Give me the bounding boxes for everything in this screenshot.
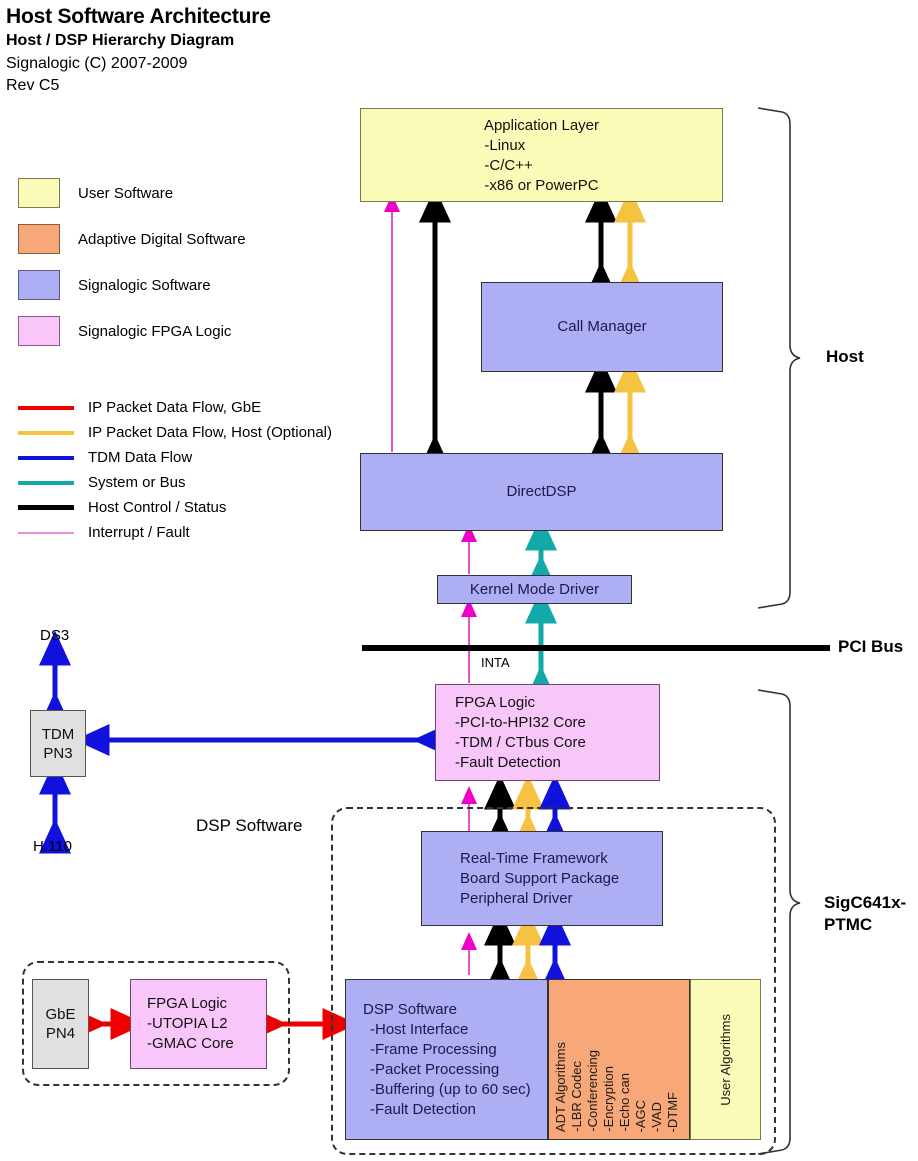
block-user-algorithms[interactable]: User Algorithms: [690, 979, 761, 1140]
label-h110: H.110: [33, 838, 72, 855]
dsp-sw-packet-proc: -Packet Processing: [370, 1060, 500, 1078]
swatch-signalogic-fpga-logic: [18, 316, 60, 346]
line-swatch-system-or-bus: [18, 480, 74, 485]
block-kernel-mode-driver[interactable]: Kernel Mode Driver: [437, 575, 632, 604]
block-fpga-logic-main[interactable]: FPGA Logic -PCI-to-HPI32 Core -TDM / CTb…: [435, 684, 660, 781]
legend-item-adaptive-digital: Adaptive Digital Software: [18, 224, 246, 254]
line-swatch-tdm-data-flow: [18, 455, 74, 460]
kernel-mode-driver-label: Kernel Mode Driver: [469, 580, 600, 598]
adt-col-dtmf: -DTMF: [665, 1091, 680, 1132]
adt-col-encryption: -Encryption: [601, 1066, 616, 1132]
legend-label-signalogic-fpga-logic: Signalogic FPGA Logic: [78, 322, 232, 340]
dsp-sw-frame-proc: -Frame Processing: [370, 1040, 497, 1058]
fpga-main-item-fault: -Fault Detection: [455, 753, 561, 771]
dsp-sw-title: DSP Software: [363, 1000, 457, 1018]
rtf-line-framework: Real-Time Framework: [460, 849, 608, 867]
copyright-line: Signalogic (C) 2007-2009: [6, 55, 188, 72]
adt-col-algorithms: ADT Algorithms: [553, 1041, 568, 1132]
application-layer-item-cpp: -C/C++: [484, 157, 533, 174]
revision-line: Rev C5: [6, 77, 60, 94]
label-sigc641x-ptmc-line1: SigC641x-: [824, 893, 907, 912]
directdsp-label: DirectDSP: [506, 483, 577, 500]
application-layer-title: Application Layer: [483, 117, 600, 134]
legend-item-ip-gbe: IP Packet Data Flow, GbE: [18, 395, 332, 420]
label-host: Host: [826, 347, 864, 366]
legend-item-system-bus: System or Bus: [18, 470, 332, 495]
line-swatch-ip-packet-gbe: [18, 405, 74, 410]
tdm-pn3-line1: TDM: [41, 725, 75, 743]
block-directdsp[interactable]: DirectDSP: [360, 453, 723, 531]
block-dsp-software[interactable]: DSP Software -Host Interface -Frame Proc…: [345, 979, 548, 1140]
dsp-sw-fault: -Fault Detection: [370, 1100, 476, 1118]
fpga-main-item-pci: -PCI-to-HPI32 Core: [455, 713, 586, 731]
label-sigc641x-ptmc-line2: PTMC: [824, 915, 873, 934]
block-application-layer[interactable]: Application Layer -Linux -C/C++ -x86 or …: [360, 108, 723, 202]
legend-item-host-control: Host Control / Status: [18, 495, 332, 520]
legend-label-ip-packet-gbe: IP Packet Data Flow, GbE: [88, 399, 262, 416]
label-pci-bus: PCI Bus: [838, 637, 904, 656]
gbe-pn4-line1: GbE: [45, 1006, 76, 1023]
block-call-manager[interactable]: Call Manager: [481, 282, 723, 372]
host-brace: [757, 107, 801, 609]
legend-label-signalogic-software: Signalogic Software: [78, 276, 211, 294]
block-tdm-pn3[interactable]: TDM PN3: [30, 710, 86, 777]
fpga-gbe-gmac: -GMAC Core: [147, 1035, 234, 1052]
legend-item-tdm: TDM Data Flow: [18, 445, 332, 470]
block-adt-algorithms[interactable]: ADT Algorithms -LBR Codec -Conferencing …: [548, 979, 690, 1140]
dsp-sw-buffering: -Buffering (up to 60 sec): [370, 1080, 531, 1098]
application-layer-item-arch: -x86 or PowerPC: [484, 177, 599, 194]
legend-item-user-software: User Software: [18, 178, 246, 208]
tdm-pn3-line2: PN3: [43, 744, 73, 762]
legend-label-system-or-bus: System or Bus: [88, 474, 186, 491]
swatch-adaptive-digital-software: [18, 224, 60, 254]
call-manager-label: Call Manager: [557, 318, 647, 335]
line-swatch-host-control-status: [18, 505, 74, 510]
line-swatch-interrupt-fault: [18, 531, 74, 534]
adt-col-vad: -VAD: [649, 1101, 664, 1132]
line-swatch-ip-packet-host: [18, 430, 74, 435]
legend-label-interrupt-fault: Interrupt / Fault: [88, 524, 190, 541]
block-gbe-pn4[interactable]: GbE PN4: [32, 979, 89, 1069]
legend-label-host-control-status: Host Control / Status: [88, 499, 227, 516]
legend-label-adaptive-digital-software: Adaptive Digital Software: [78, 230, 246, 248]
rtf-line-bsp: Board Support Package: [460, 869, 620, 887]
gbe-pn4-line2: PN4: [45, 1025, 76, 1042]
label-ds3: DS3: [40, 627, 70, 644]
adt-col-echo-can: -Echo can: [617, 1073, 632, 1132]
dsp-software-group-label: DSP Software: [196, 816, 303, 835]
user-algorithms-label: User Algorithms: [717, 1013, 733, 1106]
legend-label-user-software: User Software: [78, 184, 174, 202]
adt-col-agc: -AGC: [633, 1099, 648, 1133]
legend-color-swatches: User Software Adaptive Digital Software …: [18, 178, 246, 346]
legend-item-signalogic-software: Signalogic Software: [18, 270, 246, 300]
adt-col-lbr-codec: -LBR Codec: [569, 1061, 584, 1132]
legend-item-interrupt-fault: Interrupt / Fault: [18, 520, 332, 545]
adt-col-conferencing: -Conferencing: [585, 1050, 600, 1132]
dsp-sw-host-interface: -Host Interface: [370, 1020, 469, 1038]
legend-item-ip-host: IP Packet Data Flow, Host (Optional): [18, 420, 332, 445]
legend-line-styles: IP Packet Data Flow, GbE IP Packet Data …: [18, 395, 332, 545]
block-real-time-framework[interactable]: Real-Time Framework Board Support Packag…: [421, 831, 663, 926]
legend-label-ip-packet-host: IP Packet Data Flow, Host (Optional): [88, 424, 332, 441]
page-subtitle: Host / DSP Hierarchy Diagram: [6, 32, 235, 49]
page-title: Host Software Architecture: [6, 5, 271, 28]
legend-label-tdm-data-flow: TDM Data Flow: [88, 449, 193, 466]
rtf-line-driver: Peripheral Driver: [460, 889, 573, 907]
label-inta: INTA: [481, 655, 510, 670]
swatch-user-software: [18, 178, 60, 208]
swatch-signalogic-software: [18, 270, 60, 300]
legend-item-signalogic-fpga: Signalogic FPGA Logic: [18, 316, 246, 346]
fpga-main-title: FPGA Logic: [455, 693, 536, 711]
block-fpga-logic-gbe[interactable]: FPGA Logic -UTOPIA L2 -GMAC Core: [130, 979, 267, 1069]
application-layer-item-linux: -Linux: [484, 137, 526, 154]
fpga-gbe-title: FPGA Logic: [147, 995, 228, 1012]
fpga-main-item-tdm: -TDM / CTbus Core: [455, 733, 586, 751]
fpga-gbe-utopia: -UTOPIA L2: [147, 1015, 228, 1032]
